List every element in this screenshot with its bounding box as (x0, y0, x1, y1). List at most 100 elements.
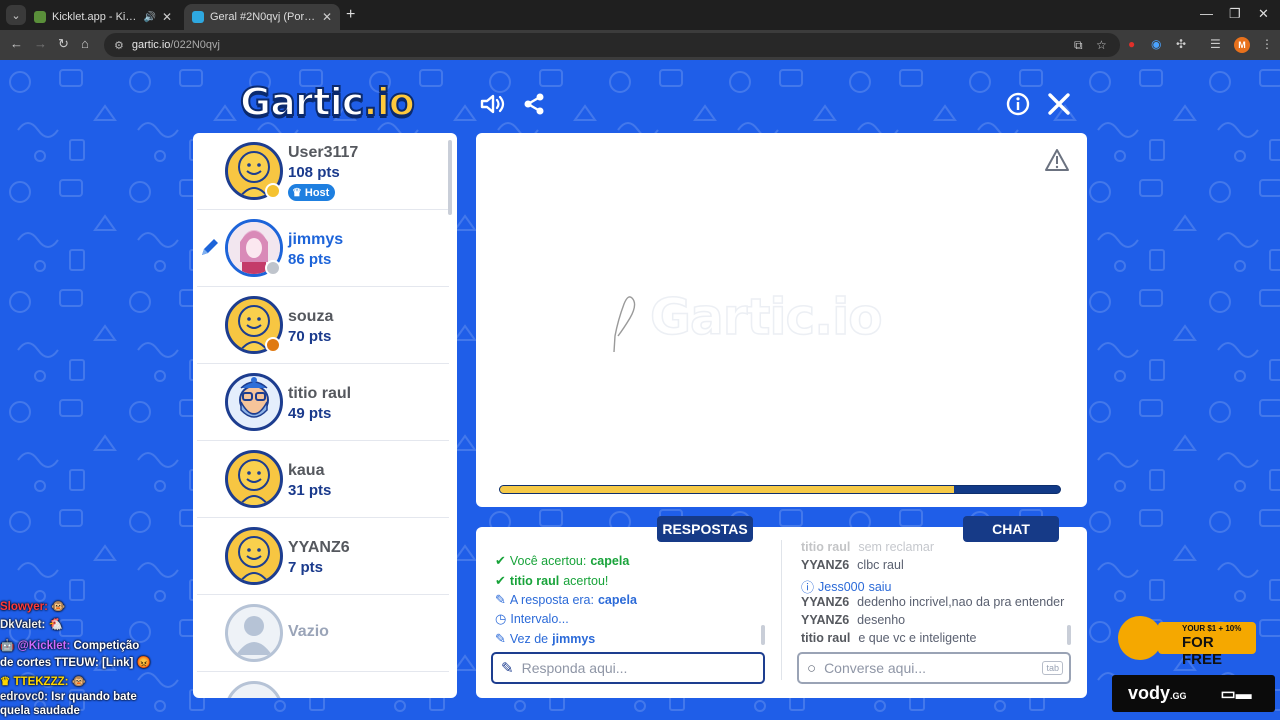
answers-tab[interactable]: RESPOSTAS (657, 516, 753, 542)
drawing-pencil-icon (202, 239, 218, 255)
sound-toggle-icon[interactable] (478, 90, 506, 118)
canvas-watermark: Gartic.io (649, 287, 883, 347)
bookmark-star-icon[interactable]: ☆ (1096, 33, 1107, 57)
pencil-icon: ✎ (495, 592, 506, 607)
close-tab-icon[interactable]: ✕ (322, 10, 332, 24)
close-window-icon[interactable]: ✕ (1258, 6, 1269, 22)
player-row[interactable]: YYANZ6 7 pts (197, 518, 449, 595)
tab-key-hint: tab (1042, 661, 1063, 675)
back-icon[interactable]: ← (10, 36, 23, 51)
tab-title: Kicklet.app - Kick Chatbot a (52, 11, 139, 23)
player-row[interactable]: kaua 31 pts (197, 441, 449, 518)
player-row[interactable]: User3117 108 pts ♛ Host (197, 133, 449, 210)
player-status-indicator (265, 337, 281, 353)
turn-timer-bar (499, 485, 1061, 494)
extensions-puzzle-icon[interactable]: ✣ (1176, 37, 1186, 51)
player-status-indicator (265, 260, 281, 276)
tab-search-button[interactable]: ⌄ (6, 5, 26, 25)
audio-playing-icon[interactable]: 🔊 (143, 12, 155, 23)
answer-input-box[interactable]: ✎ (491, 652, 765, 684)
chat-input-box[interactable]: ○ tab (797, 652, 1071, 684)
close-tab-icon[interactable]: ✕ (162, 10, 172, 24)
overlay-chat-line: 🤖 @Kicklet: Competição (0, 640, 140, 652)
overlay-chat-line: quela saudade (0, 705, 80, 717)
player-list: User3117 108 pts ♛ Host jimmys 86 pts sou… (193, 133, 457, 698)
chat-message: YYANZ6 clbc raul (801, 558, 904, 572)
install-app-icon[interactable]: ⧉ (1074, 33, 1083, 57)
profile-avatar[interactable]: M (1234, 37, 1250, 53)
url-text: gartic.io/022N0qvj (131, 39, 220, 51)
browser-tab-bar: ⌄ Kicklet.app - Kick Chatbot a 🔊 ✕ Geral… (0, 0, 1280, 30)
overlay-chat-line: ♛ TTEKZZZ: 🐵 (0, 676, 86, 688)
promo-banner[interactable]: YOUR $1 + 10% FOR FREE (1118, 614, 1256, 668)
extension-record-icon[interactable]: ● (1128, 37, 1135, 51)
restore-window-icon[interactable]: ❐ (1229, 6, 1241, 22)
vody-mark-icon: ▭▬ (1220, 685, 1252, 703)
chat-message: titio raul sem reclamar (801, 540, 935, 554)
answer-message: ✎ Vez de jimmys (495, 631, 596, 646)
minimize-window-icon[interactable]: — (1200, 6, 1213, 21)
reading-list-icon[interactable]: ☰ (1210, 37, 1221, 51)
pencil-icon: ✎ (495, 631, 506, 646)
promo-main-text: FOR FREE (1182, 634, 1223, 668)
check-icon: ✔ (495, 573, 506, 588)
report-warning-icon[interactable] (1044, 148, 1070, 172)
share-icon[interactable] (520, 90, 548, 118)
exit-room-icon[interactable] (1045, 90, 1073, 118)
player-status-indicator (265, 183, 281, 199)
answer-message: ✎ A resposta era: capela (495, 592, 637, 607)
kicklet-favicon-icon (34, 11, 46, 23)
player-points: 31 pts (288, 482, 332, 499)
chat-message: ⓘ Jess000 saiu (801, 577, 892, 596)
crown-icon: ♛ (292, 187, 302, 199)
overlay-chat-line: de cortes TTEUW: [Link] 😡 (0, 657, 151, 669)
chat-input[interactable] (824, 660, 1043, 676)
answer-input[interactable] (521, 660, 763, 676)
address-bar[interactable]: ⚙ gartic.io/022N0qvj ⧉ ☆ (104, 33, 1120, 57)
chat-tab[interactable]: CHAT (963, 516, 1059, 542)
browser-tab-gartic[interactable]: Geral #2N0qvj (Português) - Ga ✕ (184, 4, 340, 30)
empty-slot-label: Vazio (288, 623, 329, 640)
home-icon[interactable]: ⌂ (81, 36, 89, 51)
overlay-chat-line: DkValet: 🐔 (0, 619, 63, 631)
site-info-icon[interactable]: ⚙ (114, 39, 124, 52)
new-tab-button[interactable]: + (346, 6, 355, 24)
gartic-favicon-icon (192, 11, 204, 23)
panel-divider (781, 540, 782, 680)
tab-title: Geral #2N0qvj (Português) - Ga (210, 11, 316, 23)
chat-message: titio raul e que vc e inteligente (801, 631, 977, 645)
vody-logo: vody.GG (1128, 683, 1187, 703)
browser-toolbar: ← → ↻ ⌂ ⚙ gartic.io/022N0qvj ⧉ ☆ ● ◉ ✣ ☰… (0, 30, 1280, 60)
emote-icon: 🐔 (48, 619, 63, 631)
host-badge: ♛ Host (288, 184, 336, 201)
emote-icon: 🐵 (71, 676, 86, 688)
empty-player-slot: Vazio (197, 595, 449, 672)
answers-scrollbar[interactable] (761, 625, 765, 645)
player-avatar (225, 450, 283, 508)
player-points: 108 pts (288, 164, 340, 181)
crown-badge-icon: ♛ (0, 676, 11, 688)
timer-fill (500, 486, 954, 493)
smiley-avatar-icon (238, 459, 270, 505)
forward-icon[interactable]: → (34, 36, 47, 51)
vody-banner[interactable]: vody.GG ▭▬ (1112, 675, 1275, 712)
chat-bubble-icon: ○ (807, 659, 817, 677)
browser-menu-icon[interactable]: ⋮ (1261, 37, 1273, 51)
player-row[interactable]: jimmys 86 pts (197, 210, 449, 287)
chat-message: YYANZ6 desenho (801, 613, 906, 627)
reload-icon[interactable]: ↻ (58, 36, 69, 52)
info-icon: ⓘ (801, 580, 815, 595)
chat-scrollbar[interactable] (1067, 625, 1071, 645)
empty-avatar (225, 604, 283, 662)
browser-tab-kicklet[interactable]: Kicklet.app - Kick Chatbot a 🔊 ✕ (26, 4, 180, 30)
info-icon[interactable] (1004, 90, 1032, 118)
player-list-scrollbar[interactable] (448, 140, 452, 215)
player-points: 86 pts (288, 251, 332, 268)
player-row[interactable]: souza 70 pts (197, 287, 449, 364)
empty-player-slot (197, 672, 449, 698)
player-row[interactable]: titio raul 49 pts (197, 364, 449, 441)
extension-audio-icon[interactable]: ◉ (1151, 37, 1161, 51)
bot-badge-icon: 🤖 (0, 640, 15, 652)
player-avatar (225, 373, 283, 431)
smiley-avatar-icon (238, 536, 270, 582)
